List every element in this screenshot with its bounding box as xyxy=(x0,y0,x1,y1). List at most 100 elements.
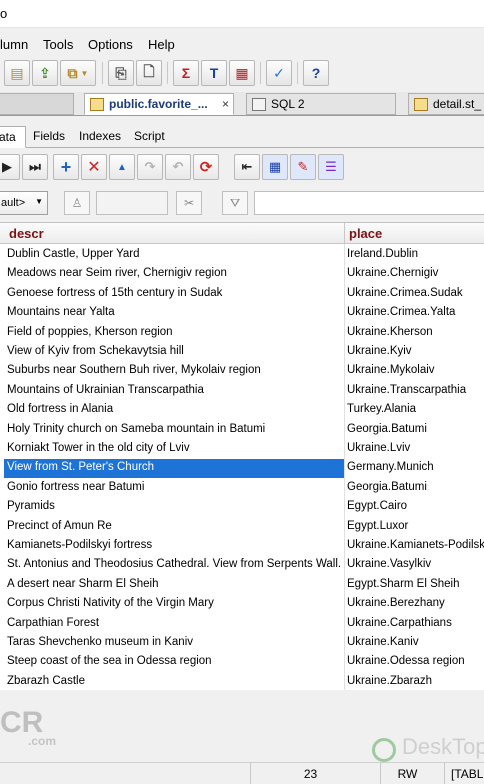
table-row[interactable]: Corpus Christi Nativity of the Virgin Ma… xyxy=(0,595,484,614)
next-record-icon[interactable]: ▶ xyxy=(0,154,20,180)
menu-help[interactable]: Help xyxy=(148,37,175,52)
menu-options[interactable]: Options xyxy=(88,37,133,52)
cell-place[interactable]: Ukraine.Vasylkiv xyxy=(347,558,484,570)
cell-place[interactable]: Ukraine.Chernigiv xyxy=(347,267,484,279)
cell-place[interactable]: Ukraine.Berezhany xyxy=(347,597,484,609)
cell-descr[interactable]: Mountains near Yalta xyxy=(7,306,341,318)
table-row[interactable]: Zbarazh Castle Ukraine.Zbarazh xyxy=(0,673,484,690)
cell-descr[interactable]: Meadows near Seim river, Chernigiv regio… xyxy=(7,267,341,279)
table-row[interactable]: Kamianets-Podilskyi fortress Ukraine.Kami… xyxy=(0,537,484,556)
cell-descr[interactable]: Carpathian Forest xyxy=(7,617,341,629)
filter-expression-input[interactable] xyxy=(254,191,484,215)
cell-place[interactable]: Turkey.Alania xyxy=(347,403,484,415)
cell-descr[interactable]: Genoese fortress of 15th century in Suda… xyxy=(7,287,341,299)
clear-filter-icon[interactable]: ✂ xyxy=(176,191,202,215)
table-row[interactable]: Steep coast of the sea in Odessa region U… xyxy=(0,653,484,672)
table-row[interactable]: Taras Shevchenko museum in Kaniv Ukraine.… xyxy=(0,634,484,653)
cell-place[interactable]: Ukraine.Lviv xyxy=(347,442,484,454)
redo-icon[interactable]: ↷ xyxy=(137,154,163,180)
cell-descr[interactable]: Precinct of Amun Re xyxy=(7,520,341,532)
text-button[interactable]: T xyxy=(201,60,227,86)
table-row[interactable]: Field of poppies, Kherson region Ukraine.… xyxy=(0,324,484,343)
column-header-place[interactable]: place xyxy=(349,226,382,241)
table-row[interactable]: Old fortress in Alania Turkey.Alania xyxy=(0,401,484,420)
cell-place[interactable]: Georgia.Batumi xyxy=(347,423,484,435)
delete-record-icon[interactable]: ✕ xyxy=(81,154,107,180)
tab-previous[interactable] xyxy=(0,93,74,115)
cell-place[interactable]: Germany.Munich xyxy=(347,461,484,473)
table-row[interactable]: Mountains near Yalta Ukraine.Crimea.Yalta xyxy=(0,304,484,323)
menu-column[interactable]: lumn xyxy=(0,37,28,52)
cell-place[interactable]: Ukraine.Kamianets-Podilsky xyxy=(347,539,484,551)
tab-detail[interactable]: detail.st_ xyxy=(408,93,484,115)
cell-descr[interactable]: Gonio fortress near Batumi xyxy=(7,481,341,493)
cell-place[interactable]: Ukraine.Kyiv xyxy=(347,345,484,357)
table-row[interactable]: Suburbs near Southern Buh river, Mykolai… xyxy=(0,362,484,381)
cell-place[interactable]: Egypt.Luxor xyxy=(347,520,484,532)
cell-place[interactable]: Ukraine.Transcarpathia xyxy=(347,384,484,396)
cell-descr[interactable]: Mountains of Ukrainian Transcarpathia xyxy=(7,384,341,396)
table-row[interactable]: View of Kyiv from Schekavytsia hill Ukrai… xyxy=(0,343,484,362)
cell-descr[interactable]: A desert near Sharm El Sheih xyxy=(7,578,341,590)
table-row[interactable]: Genoese fortress of 15th century in Suda… xyxy=(0,285,484,304)
column-header-descr[interactable]: descr xyxy=(9,226,44,241)
first-column-icon[interactable]: ⇤ xyxy=(234,154,260,180)
check-button[interactable]: ✓ xyxy=(266,60,292,86)
cell-descr[interactable]: View from St. Peter's Church xyxy=(7,461,341,473)
cell-place[interactable]: Ukraine.Crimea.Yalta xyxy=(347,306,484,318)
cell-descr[interactable]: Taras Shevchenko museum in Kaniv xyxy=(7,636,341,648)
menu-tools[interactable]: Tools xyxy=(43,37,73,52)
import-button[interactable]: ▤ xyxy=(4,60,30,86)
table-row[interactable]: View from St. Peter's Church Germany.Muni… xyxy=(0,459,484,479)
cell-descr[interactable]: Holy Trinity church on Sameba mountain i… xyxy=(7,423,341,435)
cell-place[interactable]: Ukraine.Mykolaiv xyxy=(347,364,484,376)
grid-view-icon[interactable]: ▦ xyxy=(262,154,288,180)
page-button[interactable]: ⎘ xyxy=(108,60,134,86)
tab-script[interactable]: Script xyxy=(134,126,165,148)
filter-value-field[interactable] xyxy=(96,191,168,215)
cell-descr[interactable]: Corpus Christi Nativity of the Virgin Ma… xyxy=(7,597,341,609)
edit-pencil-icon[interactable]: ✎ xyxy=(290,154,316,180)
refresh-icon[interactable]: ⟳ xyxy=(193,154,219,180)
cell-descr[interactable]: Suburbs near Southern Buh river, Mykolai… xyxy=(7,364,341,376)
cell-descr[interactable]: Steep coast of the sea in Odessa region xyxy=(7,655,341,667)
sum-button[interactable]: Σ xyxy=(173,60,199,86)
table-row[interactable]: Pyramids Egypt.Cairo xyxy=(0,498,484,517)
cell-place[interactable]: Ukraine.Zbarazh xyxy=(347,675,484,687)
cell-place[interactable]: Ukraine.Crimea.Sudak xyxy=(347,287,484,299)
cell-descr[interactable]: Kamianets-Podilskyi fortress xyxy=(7,539,341,551)
table-row[interactable]: Mountains of Ukrainian Transcarpathia Ukr… xyxy=(0,382,484,401)
preview-button[interactable]: 🗋 xyxy=(136,60,162,86)
table-row[interactable]: Korniakt Tower in the old city of Lviv Uk… xyxy=(0,440,484,459)
cell-descr[interactable]: Zbarazh Castle xyxy=(7,675,341,687)
help-button[interactable]: ? xyxy=(303,60,329,86)
cell-place[interactable]: Ukraine.Odessa region xyxy=(347,655,484,667)
export-button[interactable]: ⇪ xyxy=(32,60,58,86)
cell-place[interactable]: Ukraine.Kaniv xyxy=(347,636,484,648)
tab-sql-2[interactable]: SQL 2 xyxy=(246,93,396,115)
cell-descr[interactable]: Dublin Castle, Upper Yard xyxy=(7,248,341,260)
cell-place[interactable]: Egypt.Cairo xyxy=(347,500,484,512)
cell-descr[interactable]: Field of poppies, Kherson region xyxy=(7,326,341,338)
table-row[interactable]: Precinct of Amun Re Egypt.Luxor xyxy=(0,518,484,537)
cell-descr[interactable]: Old fortress in Alania xyxy=(7,403,341,415)
tab-public-favorite[interactable]: public.favorite_... × xyxy=(84,93,234,115)
cell-descr[interactable]: Pyramids xyxy=(7,500,341,512)
cell-place[interactable]: Egypt.Sharm El Sheih xyxy=(347,578,484,590)
layout-combo[interactable]: ault> ▼ xyxy=(0,191,48,215)
cell-descr[interactable]: View of Kyiv from Schekavytsia hill xyxy=(7,345,341,357)
table-row[interactable]: Meadows near Seim river, Chernigiv regio… xyxy=(0,265,484,284)
table-row[interactable]: Dublin Castle, Upper Yard Ireland.Dublin xyxy=(0,246,484,265)
cell-place[interactable]: Georgia.Batumi xyxy=(347,481,484,493)
table-row[interactable]: A desert near Sharm El Sheih Egypt.Sharm … xyxy=(0,576,484,595)
table-row[interactable]: Carpathian Forest Ukraine.Carpathians xyxy=(0,615,484,634)
funnel-icon[interactable]: ⛛ xyxy=(222,191,248,215)
cell-descr[interactable]: St. Antonius and Theodosius Cathedral. V… xyxy=(7,558,341,570)
last-record-icon[interactable]: ⏭ xyxy=(22,154,48,180)
tab-indexes[interactable]: Indexes xyxy=(79,126,121,148)
post-edit-icon[interactable]: ▲ xyxy=(109,154,135,180)
table-row[interactable]: St. Antonius and Theodosius Cathedral. V… xyxy=(0,556,484,575)
add-record-icon[interactable]: + xyxy=(53,154,79,180)
cell-place[interactable]: Ukraine.Carpathians xyxy=(347,617,484,629)
table-row[interactable]: Gonio fortress near Batumi Georgia.Batumi xyxy=(0,479,484,498)
